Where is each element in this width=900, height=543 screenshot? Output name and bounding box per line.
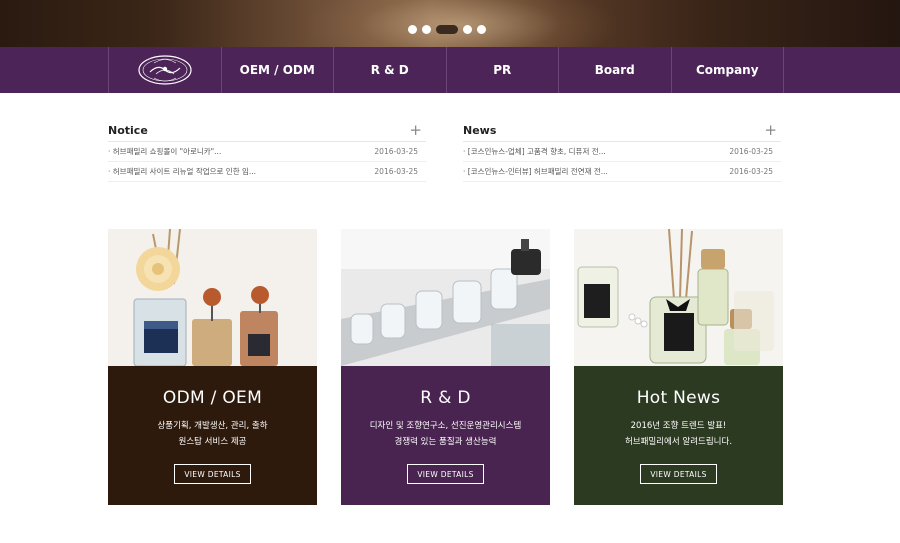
card-odm-oem-view-details-button[interactable]: VIEW DETAILS [174,464,251,484]
card-odm-oem-line2: 원스탑 서비스 제공 [178,437,247,447]
slider-dot-4[interactable] [463,25,472,34]
card-rd-title: R & D [420,388,471,408]
card-rd-view-details-button[interactable]: VIEW DETAILS [407,464,484,484]
notice-header: Notice + [108,123,426,142]
card-hot-news-line2: 허브패밀리에서 알려드립니다. [624,437,733,447]
news-row-date: 2016-03-25 [729,167,773,176]
card-hot-news-image [574,229,783,366]
card-rd: R & D 디자인 및 조향연구소, 선진운영관리시스템 경쟁력 있는 품질과 … [341,229,550,505]
news-board: News + · [코스인뉴스-업체] 고품격 향초, 디퓨저 전... 201… [463,123,781,182]
card-odm-oem: ODM / OEM 상품기획, 개발생산, 관리, 출하 원스탑 서비스 제공 … [108,229,317,505]
notice-more-icon[interactable]: + [409,123,422,138]
card-rd-image [341,229,550,366]
card-odm-oem-image [108,229,317,366]
card-hot-news-view-details-button[interactable]: VIEW DETAILS [640,464,717,484]
slider-dots [408,25,486,34]
main-nav: OEM / ODM R & D PR Board Company [0,47,900,93]
slider-dot-1[interactable] [408,25,417,34]
notice-row-date: 2016-03-25 [374,147,418,156]
nav-pr[interactable]: PR [447,47,559,93]
card-rd-body: R & D 디자인 및 조향연구소, 선진운영관리시스템 경쟁력 있는 품질과 … [341,366,550,505]
news-title: News [463,124,497,137]
notice-row-date: 2016-03-25 [374,167,418,176]
site-logo[interactable] [109,47,222,93]
news-header: News + [463,123,781,142]
slider-dot-3[interactable] [436,25,458,34]
card-odm-oem-title: ODM / OEM [162,388,263,408]
card-hot-news-body: Hot News 2016년 조향 트렌드 발표! 허브패밀리에서 알려드립니다… [574,366,783,505]
nav-rd[interactable]: R & D [334,47,447,93]
notice-title: Notice [108,124,148,137]
nav-oem-odm[interactable]: OEM / ODM [222,47,334,93]
news-row-date: 2016-03-25 [729,147,773,156]
news-row-title[interactable]: · [코스인뉴스-인터뷰] 허브패밀리 전연재 전... [463,166,608,177]
hero-slider [0,0,900,47]
card-odm-oem-line1: 상품기획, 개발생산, 관리, 출하 [157,421,268,431]
card-rd-line1: 디자인 및 조향연구소, 선진운영관리시스템 [369,421,522,431]
news-row: · [코스인뉴스-업체] 고품격 향초, 디퓨저 전... 2016-03-25 [463,142,781,162]
card-rd-desc: 디자인 및 조향연구소, 선진운영관리시스템 경쟁력 있는 품질과 생산능력 [370,418,522,450]
slider-dot-2[interactable] [422,25,431,34]
notice-board: Notice + · 허브패밀리 쇼핑몰이 "아로니카"... 2016-03-… [108,123,426,182]
notice-row: · 허브패밀리 쇼핑몰이 "아로니카"... 2016-03-25 [108,142,426,162]
news-row-title[interactable]: · [코스인뉴스-업체] 고품격 향초, 디퓨저 전... [463,146,606,157]
herb-family-logo-icon [138,55,192,85]
nav-board[interactable]: Board [559,47,672,93]
notice-row-title[interactable]: · 허브패밀리 쇼핑몰이 "아로니카"... [108,146,221,157]
card-odm-oem-body: ODM / OEM 상품기획, 개발생산, 관리, 출하 원스탑 서비스 제공 … [108,366,317,505]
card-rd-line2: 경쟁력 있는 품질과 생산능력 [394,437,497,447]
nav-company[interactable]: Company [672,47,784,93]
card-hot-news-line1: 2016년 조향 트렌드 발표! [630,421,727,431]
slider-dot-5[interactable] [477,25,486,34]
card-hot-news: Hot News 2016년 조향 트렌드 발표! 허브패밀리에서 알려드립니다… [574,229,783,505]
news-row: · [코스인뉴스-인터뷰] 허브패밀리 전연재 전... 2016-03-25 [463,162,781,182]
card-odm-oem-desc: 상품기획, 개발생산, 관리, 출하 원스탑 서비스 제공 [157,418,267,450]
card-hot-news-desc: 2016년 조향 트렌드 발표! 허브패밀리에서 알려드립니다. [625,418,732,450]
news-more-icon[interactable]: + [764,123,777,138]
notice-row-title[interactable]: · 허브패밀리 사이트 리뉴얼 작업으로 인한 임... [108,166,256,177]
notice-row: · 허브패밀리 사이트 리뉴얼 작업으로 인한 임... 2016-03-25 [108,162,426,182]
card-hot-news-title: Hot News [636,388,721,408]
